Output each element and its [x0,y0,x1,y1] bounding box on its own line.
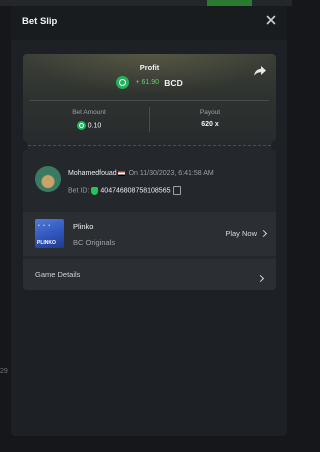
bet-amount-value-wrap: 0.10 [29,121,149,130]
bet-card: Profit + 61.90 BCD Bet Amount 0.10 Payou… [23,54,276,290]
user-line: Mohamedfouad On 11/30/2023, 6:41:58 AM [68,170,214,177]
profit-currency: BCD [164,77,183,88]
game-row[interactable]: • • • PLINKO Plinko BC Originals Play No… [23,212,276,256]
bet-slip-modal: Bet Slip Profit + 61.90 BCD Bet Amount 0… [11,6,287,436]
background-side-number: 29 [0,368,8,375]
game-details-row[interactable]: Game Details [23,259,276,290]
bcd-coin-icon [116,76,130,89]
thumbnail-pegs: • • • [38,223,52,229]
bet-amount-value: 0.10 [87,122,102,130]
bet-id-line: Bet ID: 404746808758108565 [68,186,182,195]
game-provider: BC Originals [73,238,116,247]
game-name: Plinko [73,222,94,231]
thumbnail-label: PLINKO [37,240,56,246]
summary-divider [30,100,269,101]
profit-value: + 61.90 [135,79,160,86]
modal-header: Bet Slip [11,6,287,40]
modal-title: Bet Slip [22,16,58,27]
chevron-right-icon [254,271,265,289]
share-icon[interactable] [253,64,267,76]
bet-amount-label: Bet Amount [72,109,106,116]
copy-icon[interactable] [173,186,182,195]
profit-label: Profit [139,63,160,72]
game-thumbnail: • • • PLINKO [35,219,64,248]
ticket-notch-right [271,140,276,151]
bet-id-value: 404746808758108565 [100,187,171,195]
bcd-coin-small-icon [76,121,86,130]
user-info: Mohamedfouad On 11/30/2023, 6:41:58 AM B… [35,166,275,202]
payout-value: 620 x [201,121,219,128]
profit-row: + 61.90 BCD [23,76,276,89]
play-now-button[interactable]: Play Now [225,229,268,238]
payout-label: Payout [199,109,221,116]
bet-summary: Profit + 61.90 BCD Bet Amount 0.10 Payou… [23,54,276,146]
flag-icon [117,170,125,176]
ticket-perforation [23,145,276,147]
bet-id-label: Bet ID: [68,187,90,195]
chevron-right-icon [259,229,268,237]
verified-shield-icon [91,186,99,195]
username[interactable]: Mohamedfouad [68,170,117,177]
game-details-label: Game Details [35,270,81,279]
close-icon[interactable] [264,13,278,27]
avatar[interactable] [35,166,61,192]
bet-date: On 11/30/2023, 6:41:58 AM [128,170,214,177]
play-now-label: Play Now [225,229,257,238]
